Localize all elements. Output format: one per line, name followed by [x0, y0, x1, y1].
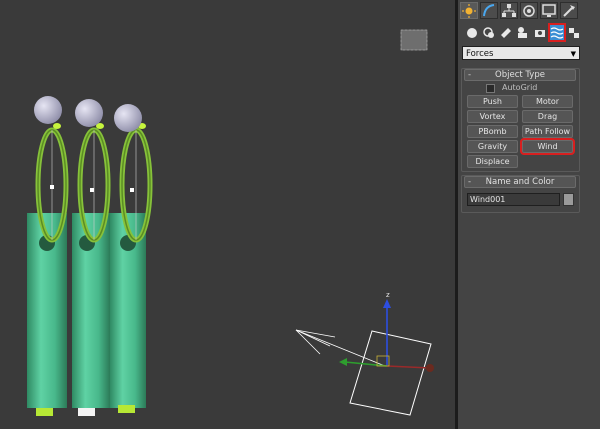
wind-button[interactable]: Wind [520, 138, 575, 155]
utilities-tab-icon[interactable] [560, 2, 578, 19]
gravity-button[interactable]: Gravity [467, 140, 518, 153]
scene-canvas: z [27, 29, 434, 416]
display-tab-icon[interactable] [540, 2, 558, 19]
name-and-color-header[interactable]: - Name and Color [464, 176, 576, 188]
modify-tab-icon[interactable] [480, 2, 498, 19]
object-type-title: Object Type [495, 70, 545, 80]
gizmo-z-label: z [386, 291, 390, 299]
systems-icon[interactable] [567, 25, 581, 40]
displace-button[interactable]: Displace [467, 155, 518, 168]
name-and-color-title: Name and Color [485, 177, 555, 187]
push-button[interactable]: Push [467, 95, 518, 108]
helpers-icon[interactable] [533, 25, 547, 40]
transform-gizmo[interactable]: z [339, 291, 434, 372]
object-color-swatch[interactable] [563, 193, 574, 206]
motor-button[interactable]: Motor [522, 95, 573, 108]
object-name-field[interactable]: Wind001 [467, 193, 560, 206]
cameras-icon[interactable] [516, 25, 530, 40]
hanging-object-2[interactable] [72, 99, 111, 416]
path-follow-button[interactable]: Path Follow [522, 125, 573, 138]
view-cube-icon[interactable] [400, 29, 428, 51]
geometry-icon[interactable] [465, 25, 479, 40]
hanging-object-3[interactable] [110, 104, 153, 413]
pbomb-button[interactable]: PBomb [467, 125, 518, 138]
hierarchy-tab-icon[interactable] [500, 2, 518, 19]
perspective-viewport[interactable]: z [0, 0, 455, 429]
collapse-icon: - [468, 70, 472, 80]
space-warps-icon[interactable] [548, 23, 566, 42]
category-dropdown-value: Forces [466, 49, 494, 59]
chevron-down-icon: ▼ [570, 50, 576, 58]
hanging-object-1[interactable] [27, 96, 69, 416]
create-tab-icon[interactable] [460, 2, 478, 19]
collapse-icon: - [468, 177, 472, 187]
lights-icon[interactable] [499, 25, 513, 40]
object-type-header[interactable]: - Object Type [464, 69, 576, 81]
drag-button[interactable]: Drag [522, 110, 573, 123]
motion-tab-icon[interactable] [520, 2, 538, 19]
autogrid-label: AutoGrid [502, 83, 538, 92]
wind-gizmo[interactable] [295, 329, 432, 416]
vortex-button[interactable]: Vortex [467, 110, 518, 123]
autogrid-checkbox[interactable] [486, 84, 495, 93]
shapes-icon[interactable] [482, 25, 496, 40]
category-dropdown[interactable]: Forces ▼ [462, 46, 580, 60]
command-panel [458, 0, 600, 429]
